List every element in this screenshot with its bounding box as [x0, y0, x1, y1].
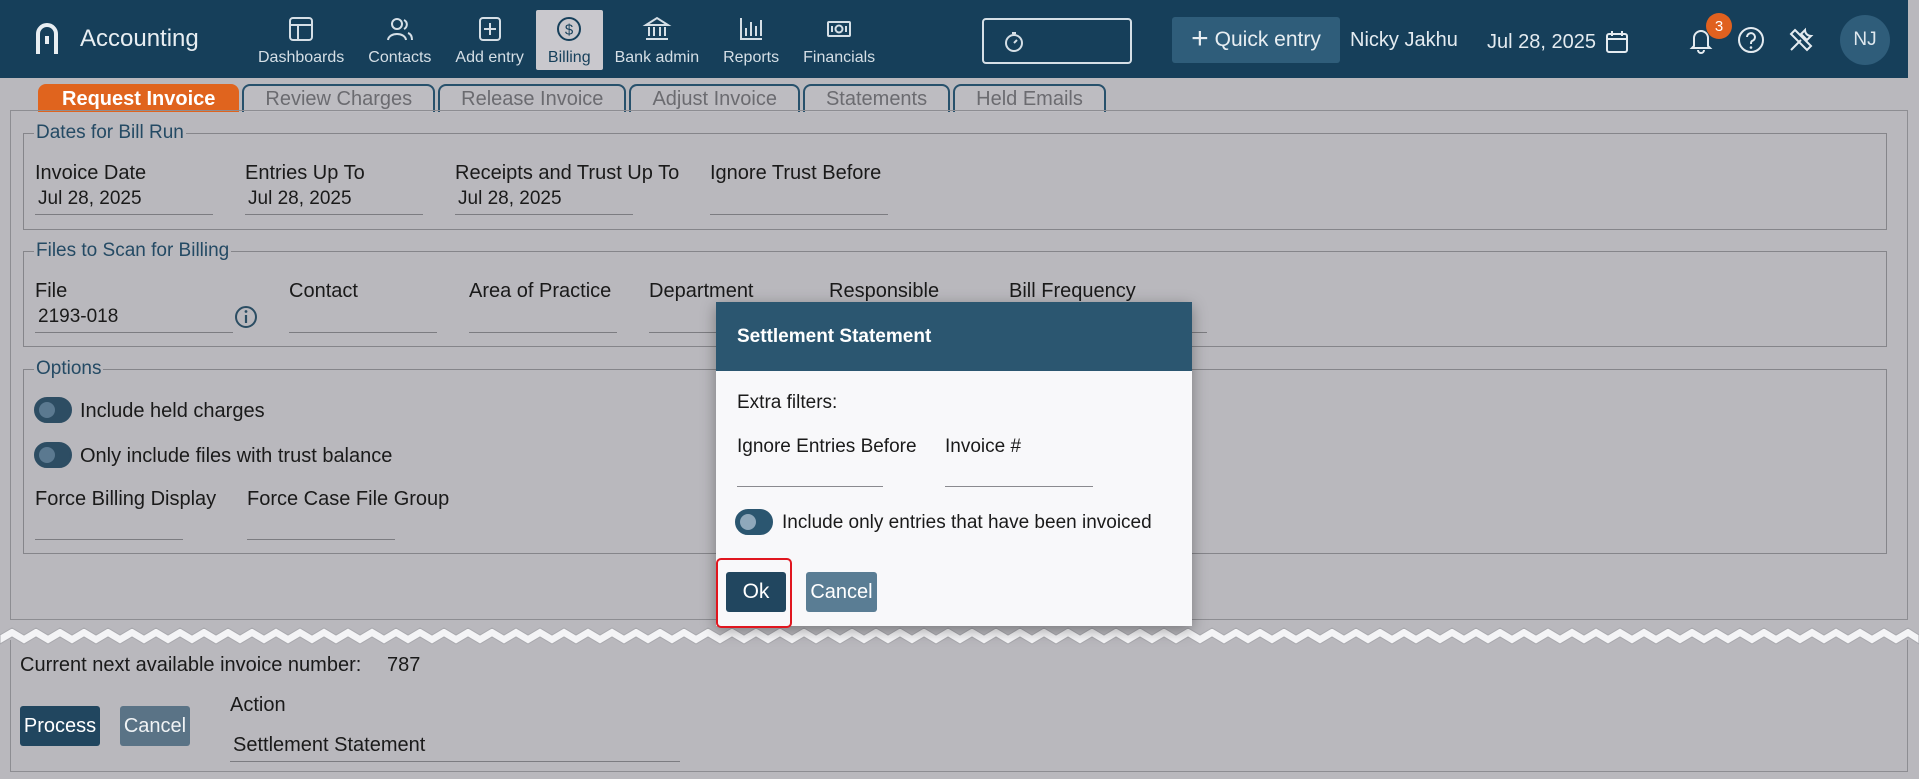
reports-icon	[740, 18, 763, 40]
group-title: Dates for Bill Run	[36, 122, 184, 143]
nav-reports[interactable]: Reports	[711, 10, 791, 70]
tab-held-emails[interactable]: Held Emails	[953, 84, 1106, 112]
nav-financials[interactable]: Financials	[791, 10, 887, 70]
user-name[interactable]: Nicky Jakhu	[1350, 29, 1458, 52]
brand[interactable]: Accounting	[34, 22, 199, 56]
entries-up-to-label: Entries Up To	[245, 162, 365, 184]
ok-button[interactable]: Ok	[726, 572, 786, 612]
bill-frequency-label: Bill Frequency	[1009, 280, 1136, 302]
help-icon	[1738, 27, 1764, 53]
svg-text:$: $	[565, 22, 574, 39]
include-held-charges-toggle[interactable]	[34, 397, 72, 423]
area-of-practice-label: Area of Practice	[469, 280, 612, 302]
action-select[interactable]: Settlement Statement	[230, 728, 680, 762]
tab-release-invoice[interactable]: Release Invoice	[438, 84, 627, 112]
current-date[interactable]: Jul 28, 2025	[1487, 29, 1630, 55]
nav-add-entry[interactable]: Add entry	[443, 10, 535, 70]
next-invoice-value: 787	[387, 654, 421, 676]
group-title: Options	[36, 358, 102, 379]
nav-label: Billing	[547, 49, 591, 66]
file-field[interactable]: 2193-018	[35, 303, 233, 333]
file-label: File	[35, 280, 68, 302]
contact-field[interactable]	[289, 303, 437, 333]
calendar-icon	[1605, 31, 1628, 53]
ignore-entries-before-field[interactable]	[737, 486, 883, 487]
process-button[interactable]: Process	[20, 706, 100, 746]
billing-tabs: Request Invoice Review Charges Release I…	[38, 84, 1106, 112]
force-billing-display-label: Force Billing Display	[35, 488, 217, 510]
tools-button[interactable]	[1785, 24, 1817, 56]
top-navigation-bar: Accounting Dashboards Contacts Add entry…	[0, 0, 1908, 78]
stopwatch-icon	[1005, 32, 1023, 52]
area-of-practice-field[interactable]	[469, 303, 617, 333]
contacts-icon	[386, 18, 413, 41]
trust-balance-label: Only include files with trust balance	[80, 445, 393, 467]
action-label: Action	[230, 694, 286, 716]
nav-label: Reports	[723, 49, 780, 66]
contact-label: Contact	[289, 280, 358, 302]
group-title: Files to Scan for Billing	[36, 240, 230, 261]
receipts-trust-field[interactable]: Jul 28, 2025	[455, 185, 633, 215]
tab-statements[interactable]: Statements	[802, 84, 951, 112]
app-name: Accounting	[80, 25, 199, 52]
force-billing-display-field[interactable]	[35, 510, 183, 540]
nav-bank-admin[interactable]: Bank admin	[603, 10, 712, 70]
invoice-number-label: Invoice #	[945, 436, 1022, 457]
ignore-trust-label: Ignore Trust Before	[710, 162, 882, 184]
quick-entry-label: Quick entry	[1214, 28, 1321, 51]
dashboard-icon	[289, 17, 314, 41]
ignore-entries-before-label: Ignore Entries Before	[737, 436, 917, 457]
plus-icon: +	[1191, 21, 1209, 55]
info-icon[interactable]	[234, 305, 258, 329]
tools-icon	[1789, 27, 1814, 52]
entries-up-to-field[interactable]: Jul 28, 2025	[245, 185, 423, 215]
invoice-date-field[interactable]: Jul 28, 2025	[35, 185, 213, 215]
nav-label: Dashboards	[258, 49, 345, 66]
add-entry-icon	[478, 17, 501, 41]
timer-input[interactable]	[982, 18, 1132, 64]
help-button[interactable]	[1735, 24, 1767, 56]
nav-dashboards[interactable]: Dashboards	[246, 10, 356, 70]
trust-balance-toggle[interactable]	[34, 442, 72, 468]
ignore-trust-field[interactable]	[710, 185, 888, 215]
bank-icon	[642, 16, 672, 40]
extra-filters-label: Extra filters:	[737, 392, 838, 413]
nav-label: Add entry	[455, 49, 524, 66]
billing-icon: $	[557, 17, 582, 41]
invoice-date-label: Invoice Date	[35, 162, 147, 184]
invoiced-only-toggle[interactable]	[735, 509, 773, 535]
quick-entry-button[interactable]: + Quick entry	[1172, 17, 1340, 63]
force-case-file-group-label: Force Case File Group	[247, 488, 450, 510]
tab-review-charges[interactable]: Review Charges	[242, 84, 436, 112]
nav-label: Financials	[803, 49, 876, 66]
nav-label: Contacts	[368, 49, 432, 66]
financials-icon	[827, 21, 852, 37]
cancel-button[interactable]: Cancel	[120, 706, 190, 746]
tab-adjust-invoice[interactable]: Adjust Invoice	[629, 84, 800, 112]
next-invoice-label: Current next available invoice number:	[20, 654, 362, 676]
dialog-cancel-button[interactable]: Cancel	[806, 572, 877, 612]
force-case-file-group-field[interactable]	[247, 510, 395, 540]
include-held-charges-label: Include held charges	[80, 400, 265, 422]
nav-contacts[interactable]: Contacts	[356, 10, 443, 70]
avatar[interactable]: NJ	[1840, 15, 1890, 65]
notification-badge: 3	[1706, 13, 1732, 39]
dialog-title: Settlement Statement	[716, 302, 1192, 371]
department-label: Department	[649, 280, 754, 302]
responsible-label: Responsible	[829, 280, 940, 302]
main-nav: Dashboards Contacts Add entry $ Billing …	[246, 10, 887, 70]
current-date-text: Jul 28, 2025	[1487, 30, 1596, 53]
receipts-trust-label: Receipts and Trust Up To	[455, 162, 680, 184]
app-logo-icon	[36, 23, 58, 54]
nav-label: Bank admin	[614, 49, 700, 66]
tab-request-invoice[interactable]: Request Invoice	[38, 84, 240, 112]
invoice-number-field[interactable]	[945, 486, 1093, 487]
nav-billing[interactable]: $ Billing	[535, 10, 603, 70]
invoiced-only-label: Include only entries that have been invo…	[782, 512, 1152, 533]
